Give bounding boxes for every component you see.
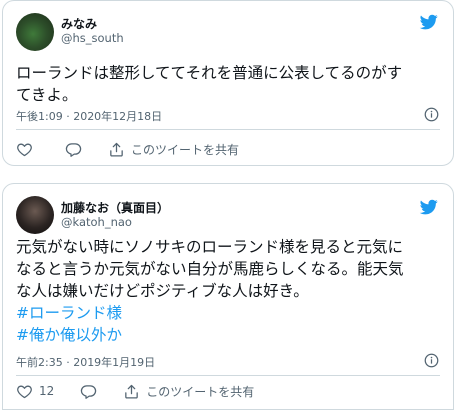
tweet-text-line: 元気がない時にソノサキのローランド様を見ると元気に [16,238,404,256]
reply-button[interactable] [80,383,97,400]
tweet-text: 元気がない時にソノサキのローランド様を見ると元気に なると言うか元気がない自分が… [16,236,446,346]
user-handle[interactable]: @katoh_nao [61,215,132,229]
share-label: このツイートを共有 [146,384,255,399]
share-upload-icon [110,142,123,157]
tweet-timestamp[interactable]: 午前2:35 · 2019年1月19日 [16,354,155,370]
info-icon[interactable] [424,107,439,122]
tweet-timestamp[interactable]: 午後1:09 · 2020年12月18日 [16,108,162,124]
tweet-text-line: なると言うか元気がない自分が馬鹿らしくなる。能天気 [16,260,404,278]
divider [16,129,440,130]
tweet-text-line: ローランドは整形しててそれを普通に公表してるのがす [16,64,403,82]
user-handle[interactable]: @hs_south [61,31,124,45]
avatar[interactable] [16,196,54,234]
like-button[interactable] [16,141,39,158]
twitter-bird-icon[interactable] [419,198,439,216]
share-upload-icon [125,384,139,399]
divider [16,375,440,376]
share-label: このツイートを共有 [131,142,240,157]
tweet-card[interactable]: みなみ @hs_south ローランドは整形しててそれを普通に公表してるのがす … [2,0,454,166]
share-button[interactable]: このツイートを共有 [123,383,254,400]
heart-icon [17,143,32,156]
hashtag-link[interactable]: #俺か俺以外か [16,324,446,346]
tweet-actions: このツイートを共有 [16,138,440,160]
tweet-text-line: な人は嫌いだけどポジティブな人は好き。 [16,282,309,300]
like-button[interactable]: 12 [16,383,54,400]
tweet-card[interactable]: 加藤なお（真面目） @katoh_nao 元気がない時にソノサキのローランド様を… [2,183,454,410]
heart-icon [17,385,32,398]
tweet-actions: 12 このツイートを共有 [16,380,440,402]
info-icon[interactable] [424,353,439,368]
tweet-text-line: てきよ。 [16,86,78,104]
hashtag-link[interactable]: #ローランド様 [16,302,446,324]
twitter-bird-icon[interactable] [419,13,439,31]
reply-bubble-icon [65,142,82,157]
tweet-text: ローランドは整形しててそれを普通に公表してるのがす てきよ。 [16,62,446,106]
share-button[interactable]: このツイートを共有 [108,141,239,158]
avatar[interactable] [16,13,54,51]
like-count: 12 [39,384,55,398]
reply-button[interactable] [65,141,82,158]
display-name[interactable]: 加藤なお（真面目） [61,199,169,216]
reply-bubble-icon [81,384,97,399]
display-name[interactable]: みなみ [61,15,97,32]
